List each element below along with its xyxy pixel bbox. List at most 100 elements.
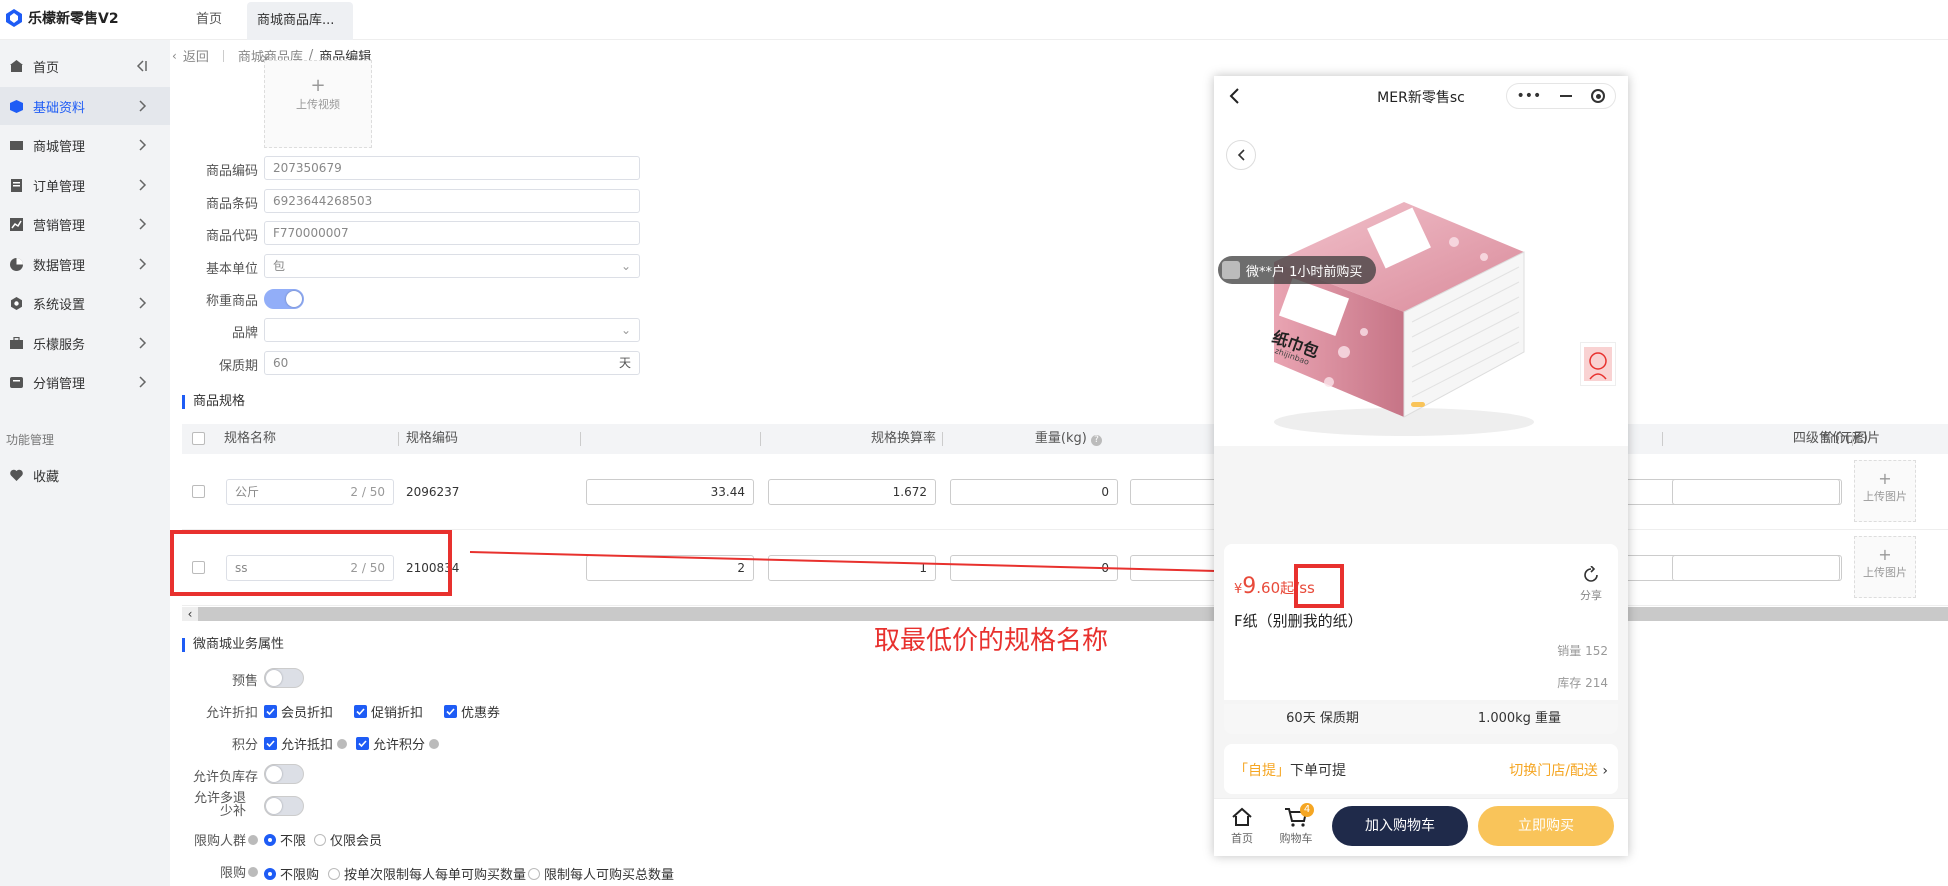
upload-image-button[interactable]: + 上传图片 [1854,536,1916,598]
group-member-radio[interactable]: 仅限会员 [314,830,382,849]
help-icon[interactable] [248,867,258,877]
upload-video-area[interactable]: + 上传视频 [264,60,372,148]
sidebar-item-home[interactable]: 首页 [0,47,170,85]
sidebar-item-data[interactable]: 数据管理 [0,245,170,283]
collapse-sidebar-icon[interactable] [134,58,150,74]
more-icon[interactable]: ••• [1517,88,1542,104]
help-icon[interactable] [248,835,258,845]
checkbox-checked-icon [444,705,457,718]
chevron-right-icon [134,137,150,153]
avatar [1222,261,1240,279]
coupon-checkbox[interactable]: 优惠券 [444,702,500,721]
unit-select[interactable]: 包 ⌄ [264,254,640,278]
nav-cart[interactable]: 购物车 4 [1276,803,1316,846]
checkbox-checked-icon [264,705,277,718]
group-unlimited-radio[interactable]: 不限 [264,830,306,849]
chevron-right-icon [134,216,150,232]
app-logo[interactable]: 乐檬新零售V2 [6,8,119,28]
brand-select[interactable]: ⌄ [264,318,640,342]
presale-label: 预售 [231,674,258,689]
level4-price-input[interactable] [1672,479,1840,505]
minimize-icon[interactable] [1560,95,1573,97]
help-icon[interactable] [337,738,348,749]
chevron-right-icon: › [1602,763,1608,779]
shelf-life-attr: 60天 保质期 [1286,711,1359,726]
refresh-share-icon [1584,565,1598,582]
shelf-life-input[interactable]: 60 天 [264,351,640,375]
price-card: ¥ 9 .60 起 /ss 分享 F纸（别删我的纸） 销量 152 [1224,544,1618,674]
sidebar-item-basic-data[interactable]: 基础资料 [0,87,170,125]
product-code-input[interactable]: 207350679 [264,156,640,180]
tab-home[interactable]: 首页 [186,0,232,40]
logo-icon [6,9,22,27]
plus-icon: + [310,75,326,96]
presale-toggle[interactable] [264,668,304,688]
carousel-indicator[interactable] [1411,402,1425,407]
sku-input[interactable]: F770000007 [264,221,640,245]
sidebar-item-marketing[interactable]: 营销管理 [0,205,170,243]
sidebar-item-distribution[interactable]: 分销管理 [0,363,170,401]
plus-icon: + [1878,545,1892,564]
limit-per-order-radio[interactable]: 按单次限制每人每单可购买数量 [328,864,526,883]
spec-name-input[interactable]: 公斤 2 / 50 [226,479,394,505]
select-all-checkbox[interactable] [192,432,205,445]
points-label: 积分 [231,738,258,753]
weight-input[interactable]: 1.672 [768,479,936,505]
buy-now-button[interactable]: 立即购买 [1478,806,1614,846]
chevron-down-icon: ⌄ [620,259,631,273]
tab-product-library[interactable]: 商城商品库... ✕ [247,2,353,66]
rate-input[interactable]: 33.44 [586,479,754,505]
help-icon[interactable] [429,738,440,749]
promo-discount-checkbox[interactable]: 促销折扣 [354,702,423,721]
chevron-right-icon [134,295,150,311]
th-spec-name: 规格名称 [224,431,277,446]
allow-deduct-checkbox[interactable]: 允许抵扣 [264,734,348,753]
image-back-icon[interactable] [1226,140,1256,170]
weight-attr: 1.000kg 重量 [1477,711,1562,726]
phone-preview: MER新零售sc ••• 纸巾包 zhijinbao 微**户 1小时前购买 ¥… [1214,76,1628,856]
brand-label: 品牌 [231,326,258,341]
product-name: F纸（别删我的纸） [1234,612,1363,630]
sidebar-item-mall[interactable]: 商城管理 [0,126,170,164]
switch-store-link[interactable]: 切换门店/配送 › [1509,760,1608,780]
chevron-down-icon: ⌄ [620,323,631,337]
target-icon[interactable] [1591,89,1606,103]
sidebar-item-settings[interactable]: 系统设置 [0,284,170,322]
sidebar-item-favorites[interactable]: 收藏 [0,456,170,494]
customer-service-icon[interactable] [1580,342,1616,386]
chevron-right-icon [134,335,150,351]
allow-points-checkbox[interactable]: 允许积分 [356,734,440,753]
strike-price-input[interactable]: 0 [950,479,1118,505]
spec-section-title: 商品规格 [182,395,245,409]
th-spec-code: 规格编码 [406,431,459,446]
pickup-row[interactable]: 「自提」下单可提 切换门店/配送 › [1224,744,1618,794]
sidebar-item-orders[interactable]: 订单管理 [0,166,170,204]
refund-toggle[interactable] [264,796,304,816]
level4-price-input[interactable] [1672,555,1840,581]
product-image-area[interactable]: 纸巾包 zhijinbao 微**户 1小时前购买 [1214,116,1628,446]
sidebar-item-services[interactable]: 乐檬服务 [0,324,170,362]
th-level4-price: 四级售价(元) [1792,431,1868,446]
chevron-left-icon[interactable]: ‹ [172,49,177,63]
nav-home[interactable]: 首页 [1224,807,1260,846]
add-to-cart-button[interactable]: 加入购物车 [1332,806,1468,846]
weighed-toggle[interactable] [264,289,304,309]
row-checkbox[interactable] [192,485,205,498]
limit-none-radio[interactable]: 不限购 [264,864,319,883]
member-discount-checkbox[interactable]: 会员折扣 [264,702,333,721]
upload-image-button[interactable]: + 上传图片 [1854,460,1916,522]
limit-total-radio[interactable]: 限制每人可购买总数量 [528,864,674,883]
barcode-input[interactable]: 6923644268503 [264,189,640,213]
product-image [1274,202,1534,436]
table-scrollbar[interactable]: ‹ [182,607,1948,621]
briefcase-icon [9,336,23,350]
spec-code: 2096237 [406,485,460,499]
sidebar-section-label: 功能管理 [6,433,55,447]
back-link[interactable]: 返回 [183,46,209,65]
scroll-left-icon[interactable]: ‹ [182,607,198,621]
negative-stock-toggle[interactable] [264,764,304,784]
discount-label: 允许折扣 [205,706,258,721]
home-icon [9,59,23,73]
share-button[interactable]: 分享 [1580,565,1602,603]
capsule-menu[interactable]: ••• [1506,83,1616,109]
